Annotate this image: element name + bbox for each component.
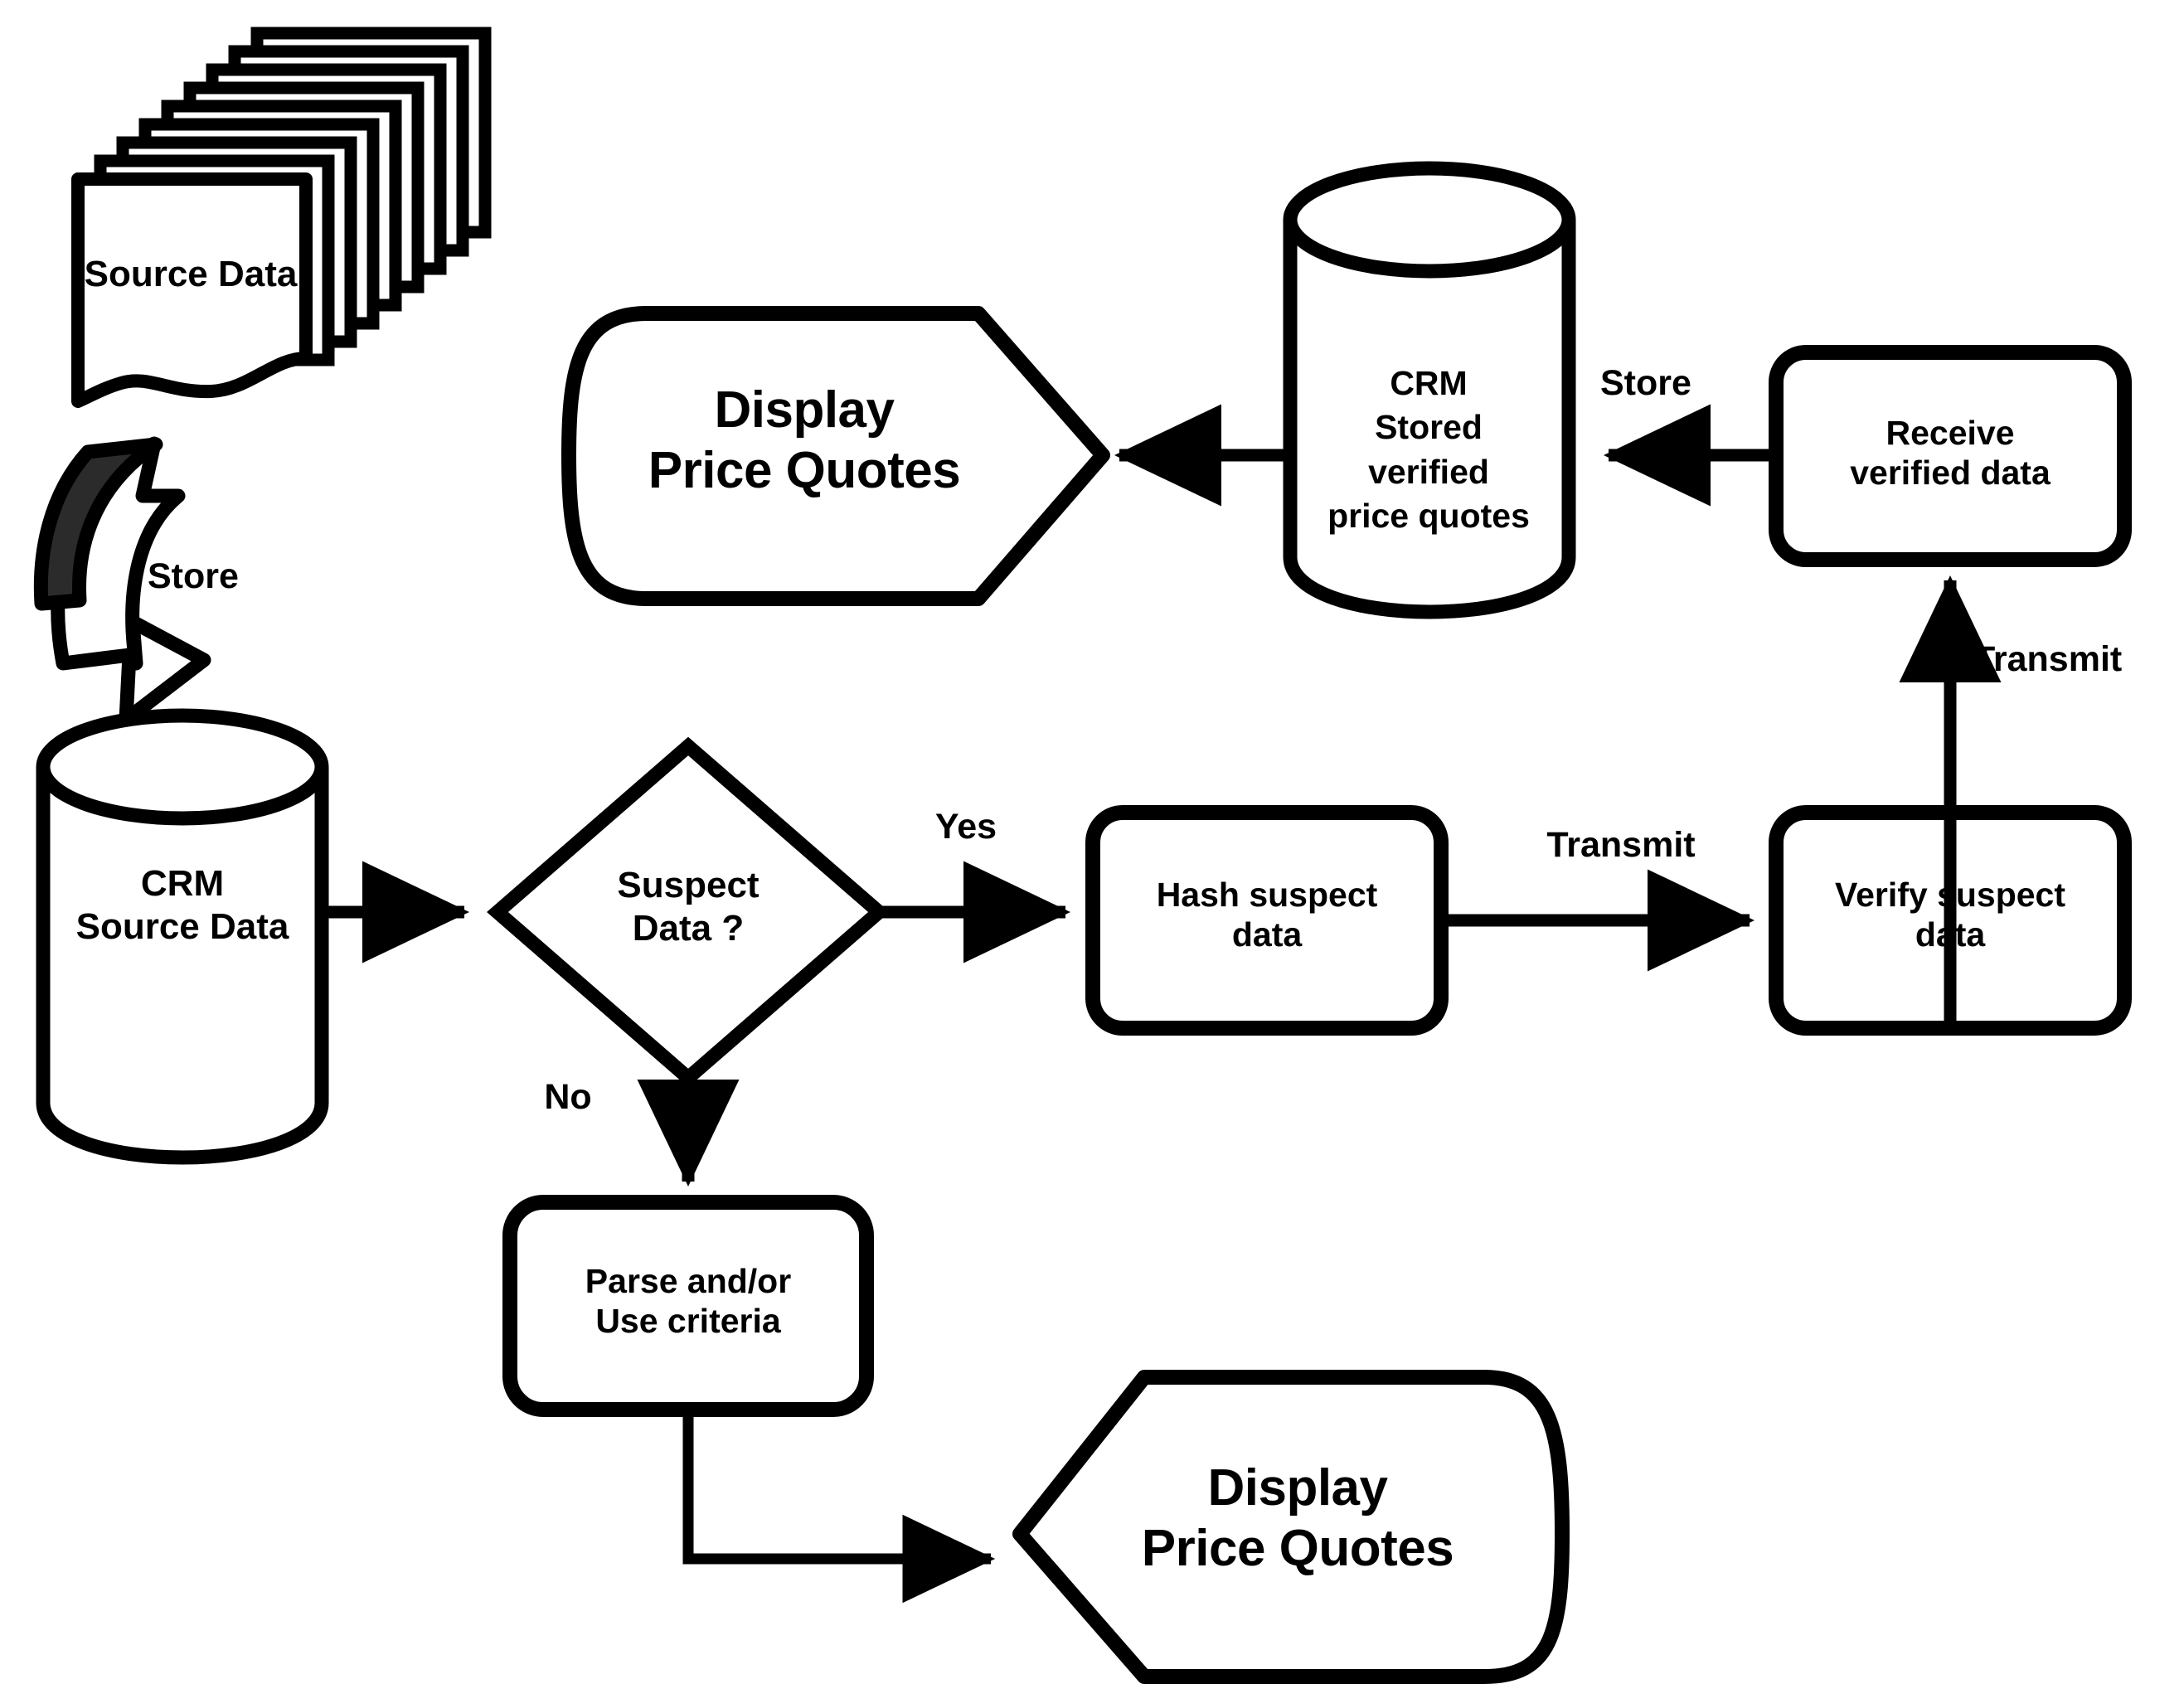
store-curved-label: Store [148, 556, 239, 596]
suspect-decision-label: Suspect Data ? [617, 865, 760, 949]
receive-verified-label: Receive verified data [1850, 414, 2051, 493]
verify-to-receive-transmit-label: Transmit [1973, 639, 2123, 679]
display-price-quotes-bottom-label: Display Price Quotes [1141, 1459, 1454, 1578]
hash-suspect-label: Hash suspect data [1156, 876, 1378, 954]
source-data-label: Source Data [84, 254, 298, 294]
receive-to-store-label: Store [1600, 363, 1691, 403]
decision-yes-label: Yes [934, 807, 997, 847]
edge-parse-to-display-bottom [682, 1410, 996, 1604]
display-price-quotes-top-label: Display Price Quotes [648, 381, 961, 500]
flowchart-canvas: Source Data Store CRM Source Data Suspec… [0, 0, 2184, 1684]
flowchart-svg [33, 27, 2132, 1684]
verify-suspect-label: Verify suspect data [1834, 876, 2066, 954]
source-data-stack [71, 27, 492, 408]
hash-to-verify-transmit-label: Transmit [1546, 825, 1696, 865]
parse-criteria-label: Parse and/or Use criteria [585, 1262, 792, 1341]
crm-source-data-label: CRM Source Data [75, 863, 289, 947]
decision-no-label: No [544, 1077, 592, 1117]
crm-stored-label: CRM Stored verified price quotes [1327, 364, 1530, 535]
